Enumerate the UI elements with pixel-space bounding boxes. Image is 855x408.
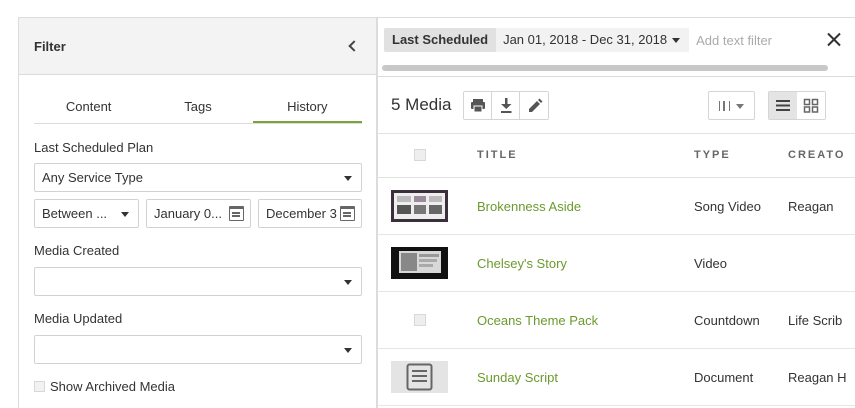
range-type-select[interactable]: Between ... (34, 199, 139, 228)
start-date-value: January 0... (154, 206, 222, 221)
columns-icon (719, 101, 730, 111)
horizontal-scrollbar[interactable] (382, 65, 828, 71)
table-row[interactable]: Brokenness Aside Song Video Reagan (378, 178, 855, 235)
list-view-button[interactable] (769, 92, 797, 119)
show-archived-label: Show Archived Media (50, 379, 176, 394)
view-toggle-group (768, 91, 826, 120)
edit-button[interactable] (520, 92, 548, 119)
media-title-link[interactable]: Sunday Script (477, 370, 558, 385)
media-count: 5 Media (391, 95, 452, 114)
calendar-icon[interactable] (229, 206, 244, 221)
chevron-down-icon (344, 176, 352, 181)
filter-chip-date-range[interactable]: Jan 01, 2018 - Dec 31, 2018 (496, 28, 690, 52)
filter-chip-date-range-value: Jan 01, 2018 - Dec 31, 2018 (503, 32, 668, 47)
chevron-down-icon (344, 348, 352, 353)
media-type: Song Video (694, 199, 761, 214)
chevron-down-icon (736, 104, 744, 109)
tab-history[interactable]: History (252, 93, 362, 123)
service-type-value: Any Service Type (42, 170, 143, 185)
media-title-link[interactable]: Oceans Theme Pack (477, 313, 598, 328)
list-icon (776, 100, 790, 111)
chevron-down-icon (344, 280, 352, 285)
active-filter-bar: Last Scheduled Jan 01, 2018 - Dec 31, 20… (384, 28, 827, 52)
video-thumbnail (391, 247, 448, 279)
download-button[interactable] (492, 92, 520, 119)
table-row[interactable]: Sunday Script Document Reagan H (378, 349, 855, 406)
media-creator: Reagan H (788, 370, 847, 385)
media-updated-label: Media Updated (34, 311, 123, 326)
pencil-icon (529, 98, 543, 112)
chevron-down-icon (121, 212, 129, 217)
tab-tags[interactable]: Tags (143, 93, 252, 123)
close-icon[interactable] (827, 32, 841, 46)
media-created-select[interactable] (34, 267, 362, 296)
table-row[interactable]: Chelsey's Story Video (378, 235, 855, 292)
media-created-label: Media Created (34, 243, 120, 258)
media-creator: Life Scrib (788, 313, 843, 328)
slides-thumbnail (391, 190, 448, 222)
media-updated-select[interactable] (34, 335, 362, 364)
tab-content[interactable]: Content (34, 93, 143, 123)
print-button[interactable] (464, 92, 492, 119)
print-icon (471, 99, 485, 113)
grid-view-button[interactable] (797, 92, 825, 119)
end-date-value: December 3 (266, 206, 337, 221)
collapse-chevron-left-icon[interactable] (346, 39, 360, 53)
grid-icon (803, 98, 819, 113)
media-panel: Last Scheduled Jan 01, 2018 - Dec 31, 20… (377, 17, 855, 408)
start-date-field[interactable]: January 0... (146, 199, 251, 228)
filter-panel: Filter Content Tags History Last Schedul… (18, 17, 377, 408)
media-type: Document (694, 370, 754, 385)
calendar-icon[interactable] (340, 206, 355, 221)
column-header-type[interactable]: TYPE (694, 149, 731, 161)
row-checkbox[interactable] (414, 314, 426, 326)
show-archived-row: Show Archived Media (34, 379, 175, 394)
media-toolbar: 5 Media (378, 76, 855, 134)
show-archived-checkbox[interactable] (34, 381, 45, 392)
filter-tabs: Content Tags History (34, 93, 362, 124)
filter-title: Filter (34, 38, 66, 54)
media-creator: Reagan (788, 199, 834, 214)
column-picker-button[interactable] (708, 91, 755, 120)
document-thumbnail (391, 361, 448, 393)
filter-chip-label: Last Scheduled (384, 28, 497, 52)
text-filter-input[interactable] (696, 32, 827, 48)
service-type-select[interactable]: Any Service Type (34, 163, 362, 192)
table-header: TITLE TYPE CREATO (378, 134, 855, 178)
action-button-group (463, 91, 549, 120)
download-icon (501, 98, 512, 113)
column-header-creator[interactable]: CREATO (788, 149, 845, 161)
filter-header: Filter (19, 18, 376, 75)
select-all-checkbox[interactable] (414, 149, 426, 161)
table-row[interactable]: Oceans Theme Pack Countdown Life Scrib (378, 292, 855, 349)
media-type: Countdown (694, 313, 760, 328)
chevron-down-icon (672, 38, 681, 43)
last-scheduled-plan-label: Last Scheduled Plan (34, 140, 154, 155)
range-type-value: Between ... (42, 206, 108, 221)
media-title-link[interactable]: Brokenness Aside (477, 199, 581, 214)
end-date-field[interactable]: December 3 (258, 199, 362, 228)
media-title-link[interactable]: Chelsey's Story (477, 256, 567, 271)
media-type: Video (694, 256, 728, 271)
column-header-title[interactable]: TITLE (477, 149, 518, 161)
